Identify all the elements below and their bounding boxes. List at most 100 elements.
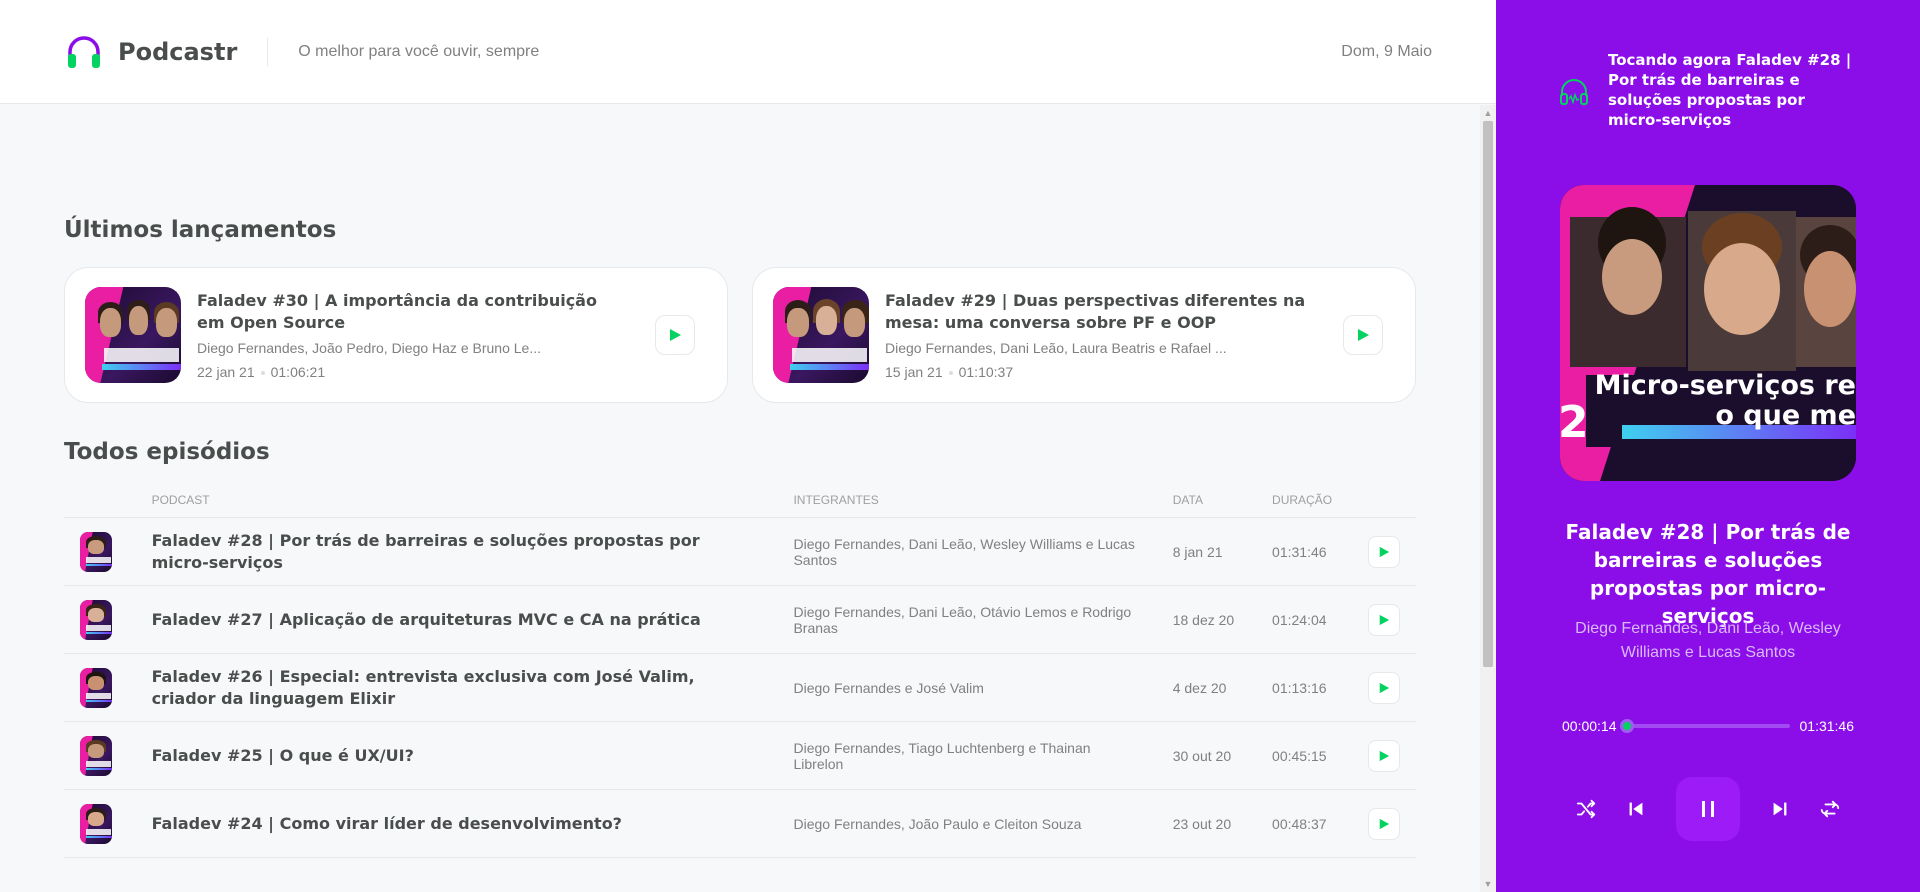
episode-title[interactable]: Faladev #24 | Como virar líder de desenv… — [152, 814, 622, 833]
members-cell: Diego Fernandes, João Paulo e Cleiton So… — [777, 789, 1157, 858]
player-episode-members: Diego Fernandes, Dani Leão, Wesley Willi… — [1575, 620, 1841, 661]
duration-cell: 00:48:37 — [1256, 789, 1352, 858]
scroll-thumb[interactable] — [1483, 121, 1493, 667]
latest-section-title: Últimos lançamentos — [64, 217, 337, 243]
date-cell: 23 out 20 — [1156, 789, 1257, 858]
player-controls — [1496, 777, 1920, 841]
table-row: Faladev #26 | Especial: entrevista exclu… — [64, 653, 1416, 722]
header-action — [1352, 493, 1416, 518]
thumb-cell — [64, 585, 136, 654]
episode-thumbnail — [85, 287, 181, 383]
app-name: Podcastr — [118, 37, 238, 66]
app-header: Podcastr O melhor para você ouvir, sempr… — [0, 0, 1496, 104]
episode-date: 22 jan 21 — [197, 364, 255, 380]
action-cell — [1352, 585, 1416, 654]
pause-icon — [1702, 801, 1714, 817]
podcast-cell: Faladev #27 | Aplicação de arquiteturas … — [135, 585, 778, 654]
separator-dot — [260, 371, 265, 376]
play-episode-button[interactable] — [1368, 807, 1400, 840]
player-header: Tocando agora Faladev #28 | Por trás de … — [1496, 0, 1920, 130]
play-previous-button[interactable] — [1620, 793, 1652, 825]
play-next-icon — [1773, 802, 1787, 816]
cover-badge: 2 — [1560, 397, 1589, 448]
podcast-cell: Faladev #28 | Por trás de barreiras e so… — [135, 517, 778, 586]
scroll-down-arrow-icon[interactable]: ▼ — [1480, 876, 1496, 892]
play-icon — [1358, 329, 1369, 341]
player-episode-title: Faladev #28 | Por trás de barreiras e so… — [1565, 520, 1851, 628]
episode-title[interactable]: Faladev #27 | Aplicação de arquiteturas … — [152, 610, 701, 629]
header-podcast: Podcast — [135, 493, 778, 518]
logo[interactable]: Podcastr — [64, 32, 237, 72]
episode-meta: 22 jan 21 01:06:21 — [197, 364, 623, 380]
pause-button[interactable] — [1676, 777, 1740, 841]
episode-cover: Micro-serviços re o que me 2 — [1560, 185, 1856, 481]
all-episodes-title: Todos episódios — [64, 439, 270, 465]
scrollbar[interactable]: ▲ ▼ — [1480, 105, 1496, 892]
members-cell: Diego Fernandes, Tiago Luchtenberg e Tha… — [777, 721, 1157, 790]
play-episode-button[interactable] — [1368, 603, 1400, 636]
play-previous-icon — [1629, 802, 1643, 816]
episode-thumbnail — [80, 599, 112, 640]
play-icon — [1379, 818, 1390, 829]
separator-dot — [948, 371, 953, 376]
episode-thumbnail — [80, 667, 112, 708]
scroll-up-arrow-icon[interactable]: ▲ — [1480, 105, 1496, 121]
episode-title[interactable]: Faladev #30 | A importância da contribui… — [197, 290, 623, 334]
episode-duration: 01:06:21 — [270, 364, 326, 380]
episode-date: 15 jan 21 — [885, 364, 943, 380]
episode-thumbnail — [80, 735, 112, 776]
episode-thumbnail — [773, 287, 869, 383]
header-members: Integrantes — [777, 493, 1157, 518]
play-episode-button[interactable] — [1368, 535, 1400, 568]
episode-thumbnail — [80, 531, 112, 572]
podcast-cell: Faladev #25 | O que é UX/UI? — [135, 721, 778, 790]
progress-track[interactable] — [1619, 719, 1790, 733]
play-episode-button[interactable] — [1343, 315, 1383, 355]
play-icon — [1379, 750, 1390, 761]
header-duration: Duração — [1256, 493, 1352, 518]
action-cell — [1352, 517, 1416, 586]
shuffle-icon — [1576, 799, 1596, 819]
podcast-cell: Faladev #26 | Especial: entrevista exclu… — [135, 653, 778, 722]
thumb-cell — [64, 653, 136, 722]
play-icon — [1379, 614, 1390, 625]
play-next-button[interactable] — [1764, 793, 1796, 825]
latest-episodes-list: Faladev #30 | A importância da contribui… — [64, 267, 1416, 403]
duration-cell: 01:24:04 — [1256, 585, 1352, 654]
date-cell: 8 jan 21 — [1156, 517, 1257, 586]
episode-members: Diego Fernandes, João Pedro, Diego Haz e… — [197, 340, 541, 356]
podcast-cell: Faladev #24 | Como virar líder de desenv… — [135, 789, 778, 858]
shuffle-button[interactable] — [1570, 793, 1602, 825]
progress-bar: 00:00:14 01:31:46 — [1562, 718, 1854, 734]
episode-title[interactable]: Faladev #28 | Por trás de barreiras e so… — [152, 531, 700, 572]
action-cell — [1352, 721, 1416, 790]
headphones-logo-icon — [68, 35, 100, 68]
members-cell: Diego Fernandes, Dani Leão, Wesley Willi… — [777, 517, 1157, 586]
app-tagline: O melhor para você ouvir, sempre — [298, 42, 540, 60]
action-cell — [1352, 789, 1416, 858]
episode-title[interactable]: Faladev #26 | Especial: entrevista exclu… — [152, 667, 695, 708]
play-episode-button[interactable] — [1368, 671, 1400, 704]
latest-episode-card[interactable]: Faladev #29 | Duas perspectivas diferent… — [752, 267, 1416, 403]
play-episode-button[interactable] — [1368, 739, 1400, 772]
player: Tocando agora Faladev #28 | Por trás de … — [1496, 0, 1920, 892]
repeat-button[interactable] — [1814, 793, 1846, 825]
episode-title[interactable]: Faladev #25 | O que é UX/UI? — [152, 746, 414, 765]
total-time: 01:31:46 — [1799, 718, 1855, 734]
episode-title[interactable]: Faladev #29 | Duas perspectivas diferent… — [885, 290, 1311, 334]
date-cell: 30 out 20 — [1156, 721, 1257, 790]
content: Últimos lançamentos Faladev #30 | A impo… — [0, 105, 1480, 892]
duration-cell: 01:13:16 — [1256, 653, 1352, 722]
play-icon — [670, 329, 681, 341]
table-row: Faladev #24 | Como virar líder de desenv… — [64, 789, 1416, 858]
episode-members: Diego Fernandes, Dani Leão, Laura Beatri… — [885, 340, 1227, 356]
play-episode-button[interactable] — [655, 315, 695, 355]
repeat-icon — [1820, 800, 1840, 818]
progress-handle[interactable] — [1619, 719, 1634, 733]
main-area: Podcastr O melhor para você ouvir, sempr… — [0, 0, 1496, 892]
latest-episode-card[interactable]: Faladev #30 | A importância da contribui… — [64, 267, 728, 403]
episode-duration: 01:10:37 — [958, 364, 1014, 380]
date-cell: 4 dez 20 — [1156, 653, 1257, 722]
episode-thumbnail — [80, 803, 112, 844]
table-header-row: Podcast Integrantes Data Duração — [64, 493, 1416, 518]
